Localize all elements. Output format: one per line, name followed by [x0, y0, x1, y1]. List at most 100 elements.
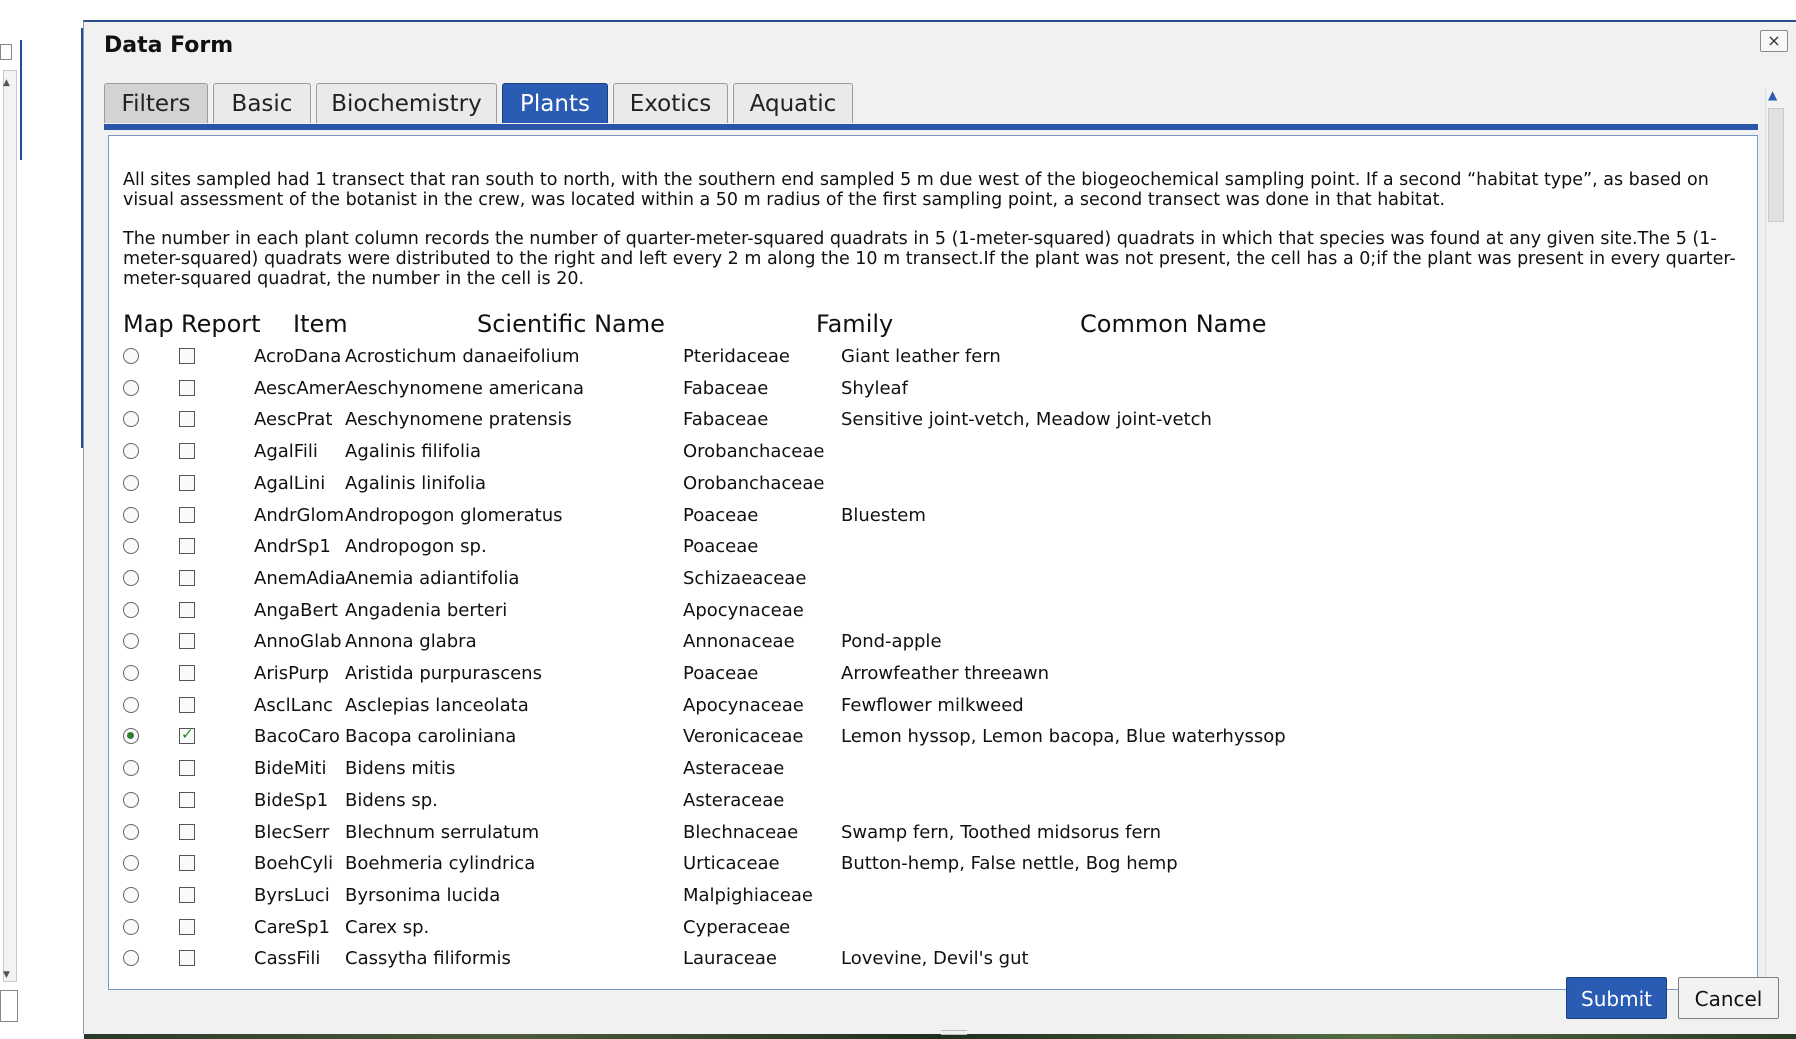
tab-aquatic[interactable]: Aquatic [733, 83, 853, 123]
map-radio[interactable] [123, 760, 139, 777]
cell-sci: Bidens mitis [345, 758, 456, 780]
table-row: AnemAdia Anemia adiantifolia Schizaeaceae [109, 568, 1757, 600]
close-icon: × [1767, 31, 1781, 50]
table-row: AnnoGlab Annona glabra Annonaceae Pond-appl… [109, 631, 1757, 663]
report-checkbox[interactable] [179, 506, 195, 523]
column-header-common-name: Common Name [1080, 310, 1267, 338]
report-checkbox[interactable] [179, 823, 195, 840]
report-checkbox[interactable] [179, 886, 195, 903]
cell-item: AgalFili [254, 441, 318, 463]
cell-item: BacoCaro [254, 726, 340, 748]
report-checkbox[interactable] [179, 665, 195, 681]
cell-item: AescPrat [254, 409, 333, 431]
cell-sci: Aeschynomene pratensis [345, 409, 572, 431]
report-checkbox[interactable] [179, 918, 195, 935]
cell-sci: Anemia adiantifolia [345, 567, 520, 589]
cell-item: BideMiti [254, 758, 327, 780]
report-checkbox[interactable] [179, 443, 195, 460]
background-input [0, 44, 12, 60]
map-radio[interactable] [123, 791, 139, 808]
scroll-up-icon: ▲ [3, 78, 10, 88]
tab-biochemistry[interactable]: Biochemistry [316, 83, 497, 123]
cell-family: Poaceae [683, 663, 759, 684]
cell-family: Apocynaceae [683, 599, 804, 621]
resize-handle[interactable] [941, 1030, 967, 1035]
dialog-titlebar[interactable]: Data Form × [84, 22, 1796, 66]
map-radio[interactable] [123, 886, 139, 903]
table-row: BacoCaroBacopa caroliniana Veronicaceae Le… [109, 725, 1757, 758]
description-paragraph-1: All sites sampled had 1 transect that ra… [123, 170, 1709, 210]
tab-filters[interactable]: Filters [104, 83, 208, 123]
cell-sci: Asclepias lanceolata [345, 694, 529, 716]
content-scrollbar[interactable]: ▲ ▼ [1765, 88, 1784, 996]
report-checkbox[interactable] [179, 379, 195, 396]
report-checkbox[interactable] [179, 950, 195, 967]
cell-common: Giant leather fern [841, 346, 1001, 367]
table-row: AescAmer Aeschynomene americana Fabaceae Sh… [109, 378, 1757, 410]
cell-sci: Bidens sp. [345, 789, 438, 811]
background-edge [20, 40, 22, 160]
table-row: AescPrat Aeschynomene pratensis Fabaceae Se… [109, 409, 1757, 441]
map-radio[interactable] [123, 411, 139, 428]
map-radio[interactable] [123, 569, 139, 586]
report-checkbox[interactable] [179, 538, 195, 555]
scrollbar-thumb[interactable] [1768, 108, 1784, 222]
tab-plants[interactable]: Plants [502, 83, 608, 123]
table-row: CareSp1 Carex sp. Cyperaceae [109, 917, 1757, 949]
map-radio[interactable] [123, 823, 139, 840]
map-radio[interactable] [123, 728, 139, 745]
map-radio[interactable] [123, 918, 139, 935]
cell-item: BideSp1 [254, 789, 329, 811]
cell-item: AnnoGlab [254, 631, 342, 653]
dialog-title: Data Form [104, 33, 234, 58]
report-checkbox[interactable] [179, 569, 195, 586]
submit-button[interactable]: Submit [1566, 977, 1667, 1019]
scroll-up-icon[interactable]: ▲ [1768, 88, 1777, 102]
tab-exotics[interactable]: Exotics [613, 83, 728, 123]
cell-sci: Andropogon glomeratus [345, 504, 563, 526]
report-checkbox[interactable] [179, 348, 195, 364]
map-radio[interactable] [123, 601, 139, 618]
map-radio[interactable] [123, 696, 139, 713]
cell-family: Orobanchaceae [683, 441, 825, 463]
map-radio[interactable] [123, 950, 139, 967]
report-checkbox[interactable] [179, 696, 195, 713]
data-form-dialog: Data Form × Filters Basic Biochemistry P… [83, 20, 1796, 1035]
map-radio[interactable] [123, 538, 139, 555]
table-row: BideSp1 Bidens sp. Asteraceae [109, 790, 1757, 822]
report-checkbox[interactable] [179, 760, 195, 777]
table-row: CassFili Cassytha filiformis Lauraceae Love… [109, 948, 1757, 980]
report-checkbox[interactable] [179, 725, 195, 745]
close-button[interactable]: × [1760, 30, 1788, 52]
tab-basic[interactable]: Basic [213, 83, 311, 123]
cancel-button[interactable]: Cancel [1678, 977, 1779, 1019]
cell-item: AnemAdia [254, 567, 346, 589]
map-radio[interactable] [123, 633, 139, 650]
map-radio[interactable] [123, 348, 139, 364]
report-checkbox[interactable] [179, 791, 195, 808]
map-radio[interactable] [123, 443, 139, 460]
cell-item: ByrsLuci [254, 884, 330, 906]
map-radio[interactable] [123, 665, 139, 681]
cell-common: Sensitive joint-vetch, Meadow joint-vetc… [841, 409, 1212, 431]
report-checkbox[interactable] [179, 411, 195, 428]
report-checkbox[interactable] [179, 601, 195, 618]
report-checkbox[interactable] [179, 855, 195, 872]
report-checkbox[interactable] [179, 633, 195, 650]
cell-common: Button-hemp, False nettle, Bog hemp [841, 853, 1178, 875]
map-radio[interactable] [123, 379, 139, 396]
column-header-map: Map [123, 310, 174, 338]
map-radio[interactable] [123, 474, 139, 491]
cell-common: Shyleaf [841, 377, 908, 399]
cell-sci: Aeschynomene americana [345, 377, 585, 399]
cell-sci: Annona glabra [345, 631, 477, 653]
background-scrollbar[interactable] [3, 70, 17, 982]
map-radio[interactable] [123, 855, 139, 872]
cell-item: AescAmer [254, 377, 345, 399]
map-radio[interactable] [123, 506, 139, 523]
cell-item: AngaBert [254, 599, 339, 621]
plants-panel[interactable]: All sites sampled had 1 transect that ra… [108, 135, 1758, 990]
cell-sci: Agalinis linifolia [345, 472, 487, 494]
report-checkbox[interactable] [179, 474, 195, 491]
cell-item: ArisPurp [254, 663, 329, 684]
